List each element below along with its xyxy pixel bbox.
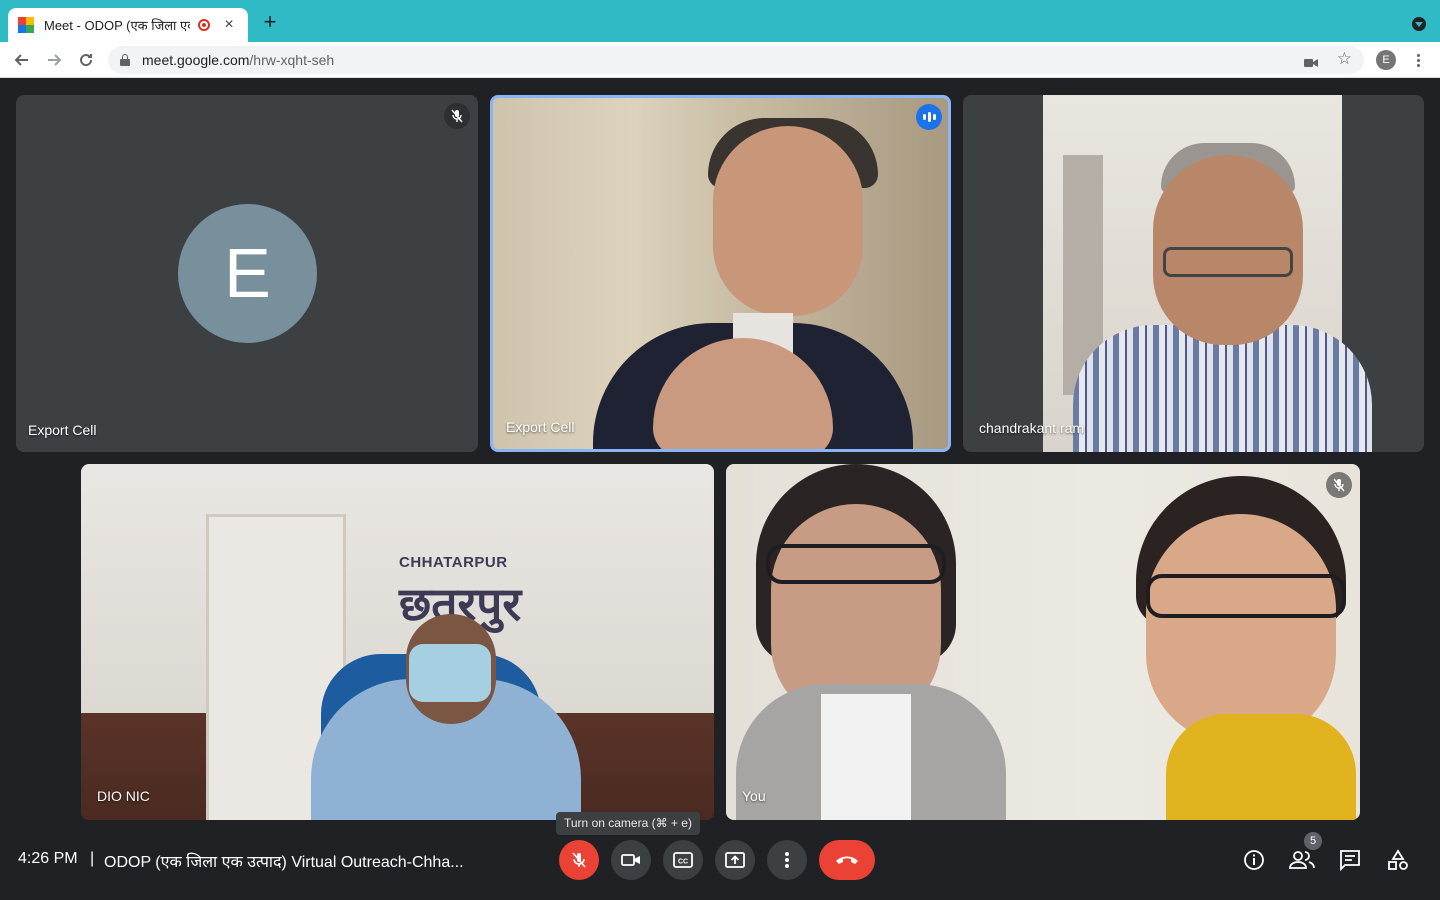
cc-icon: CC — [673, 852, 693, 868]
tab-search-icon[interactable] — [1412, 17, 1426, 31]
address-bar[interactable]: meet.google.com /hrw-xqht-seh ☆ — [108, 46, 1364, 74]
leave-call-button[interactable] — [819, 840, 875, 880]
present-icon — [725, 852, 745, 868]
participant-tile-2[interactable]: Export Cell — [490, 95, 951, 452]
mic-muted-icon — [1326, 472, 1352, 498]
browser-toolbar: meet.google.com /hrw-xqht-seh ☆ — [0, 42, 1440, 78]
participant-name: Export Cell — [506, 419, 575, 435]
meeting-separator: | — [90, 850, 95, 867]
hangup-icon — [836, 856, 858, 864]
browser-tab[interactable]: Meet - ODOP (एक जिला एक × — [8, 8, 248, 42]
mic-off-icon — [572, 852, 586, 868]
participant-avatar: E — [178, 204, 317, 343]
profile-avatar[interactable]: E — [1376, 50, 1396, 70]
meeting-time: 4:26 PM — [18, 850, 78, 867]
url-path: /hrw-xqht-seh — [249, 52, 335, 68]
more-vert-icon — [785, 852, 789, 868]
participant-name: You — [742, 788, 766, 804]
camera-in-use-icon[interactable] — [1304, 55, 1318, 67]
forward-button[interactable] — [42, 48, 66, 72]
captions-button[interactable]: CC — [663, 840, 703, 880]
participant-tile-self[interactable]: You — [726, 464, 1360, 820]
meeting-title: ODOP (एक जिला एक उत्पाद) Virtual Outreac… — [104, 854, 464, 871]
participant-tile-3[interactable]: chandrakant ram — [963, 95, 1424, 452]
participant-name: DIO NIC — [97, 788, 150, 804]
new-tab-button[interactable]: + — [258, 10, 282, 34]
more-options-button[interactable] — [767, 840, 807, 880]
reload-button[interactable] — [74, 48, 98, 72]
chat-icon — [1340, 850, 1360, 871]
lock-icon[interactable] — [120, 54, 130, 66]
participant-name: chandrakant ram — [979, 420, 1085, 436]
back-button[interactable] — [10, 48, 34, 72]
participant-tile-4[interactable]: CHHATARPUR छतरपुर DIO NIC — [81, 464, 714, 820]
people-count-badge: 5 — [1304, 832, 1322, 850]
activities-button[interactable] — [1384, 846, 1412, 874]
people-icon — [1289, 851, 1315, 869]
url-host: meet.google.com — [142, 52, 250, 68]
camera-toggle-button[interactable] — [611, 840, 651, 880]
present-now-button[interactable] — [715, 840, 755, 880]
people-button[interactable] — [1288, 846, 1316, 874]
browser-menu-icon[interactable] — [1410, 50, 1426, 70]
mic-toggle-button[interactable] — [559, 840, 599, 880]
speaking-indicator-icon — [916, 104, 942, 130]
tab-close-button[interactable]: × — [222, 16, 236, 34]
participant-tile-1[interactable]: E Export Cell — [16, 95, 478, 452]
recording-indicator-icon — [198, 19, 210, 31]
meeting-details-button[interactable] — [1240, 846, 1268, 874]
camera-icon — [621, 854, 640, 866]
wall-sign-text: CHHATARPUR — [399, 554, 508, 571]
chat-button[interactable] — [1336, 846, 1364, 874]
participant-name: Export Cell — [28, 422, 97, 438]
tab-strip: Meet - ODOP (एक जिला एक × + — [0, 0, 1440, 42]
camera-tooltip: Turn on camera (⌘ + e) — [556, 812, 700, 835]
svg-text:CC: CC — [678, 859, 688, 866]
info-icon — [1244, 850, 1264, 870]
tab-title: Meet - ODOP (एक जिला एक — [44, 18, 190, 33]
meet-favicon-icon — [18, 17, 34, 33]
bookmark-star-icon[interactable]: ☆ — [1337, 49, 1352, 69]
mic-muted-icon — [444, 103, 470, 129]
activities-icon — [1388, 849, 1408, 870]
